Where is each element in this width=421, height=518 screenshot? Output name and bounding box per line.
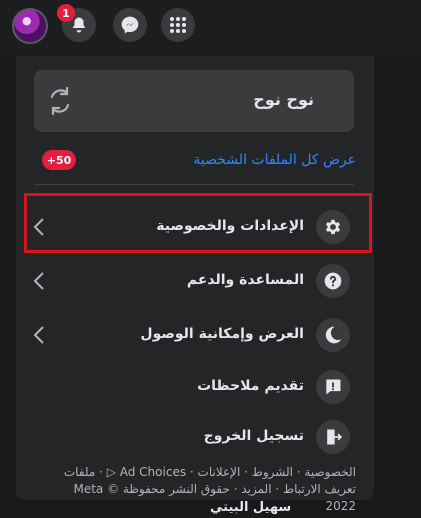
menu-item-display-accessibility[interactable]: العرض وإمكانية الوصول xyxy=(24,312,364,360)
notification-count-badge: 1 xyxy=(57,4,75,22)
profile-name: نوح نوح xyxy=(253,90,314,109)
profile-card[interactable]: نوح نوح xyxy=(34,70,354,132)
moon-icon xyxy=(316,318,350,352)
menu-item-label: المساعدة والدعم xyxy=(186,272,304,288)
top-bar: 1 xyxy=(0,0,421,56)
menu-item-help-support[interactable]: المساعدة والدعم xyxy=(24,258,364,306)
menu-item-give-feedback[interactable]: تقديم ملاحظات xyxy=(24,364,364,412)
menu-item-label: الإعدادات والخصوصية xyxy=(156,218,304,234)
footer-line-1[interactable]: الخصوصية · الشروط · الإعلانات · Ad Choic… xyxy=(56,464,356,481)
menu-button[interactable] xyxy=(161,8,195,42)
avatar[interactable] xyxy=(12,8,48,44)
footer-links: الخصوصية · الشروط · الإعلانات · Ad Choic… xyxy=(56,464,356,515)
messenger-button[interactable] xyxy=(113,8,147,42)
divider xyxy=(34,184,354,185)
background-text: سهيل البيتي xyxy=(210,500,292,515)
logout-icon xyxy=(316,420,350,454)
help-icon xyxy=(316,264,350,298)
profiles-count-badge: +50 xyxy=(42,150,76,170)
chevron-left-icon xyxy=(33,218,44,236)
account-menu-panel: نوح نوح عرض كل الملفات الشخصية +50 الإعد… xyxy=(16,56,374,513)
menu-item-logout[interactable]: تسجيل الخروج xyxy=(24,414,364,462)
menu-item-label: العرض وإمكانية الوصول xyxy=(140,326,304,342)
menu-item-label: تقديم ملاحظات xyxy=(197,378,304,394)
view-all-profiles-link[interactable]: عرض كل الملفات الشخصية xyxy=(193,152,356,168)
switch-profile-icon[interactable] xyxy=(42,83,78,119)
menu-item-label: تسجيل الخروج xyxy=(203,428,304,444)
menu-item-settings-privacy[interactable]: الإعدادات والخصوصية xyxy=(24,204,364,252)
gear-icon xyxy=(316,210,350,244)
chevron-left-icon xyxy=(33,326,44,344)
messenger-icon xyxy=(121,16,139,34)
menu-grid-icon xyxy=(170,17,186,33)
feedback-icon xyxy=(316,370,350,404)
footer-line-2[interactable]: تعريف الارتباط · المزيد · حقوق النشر محف… xyxy=(56,481,356,515)
chevron-left-icon xyxy=(33,272,44,290)
